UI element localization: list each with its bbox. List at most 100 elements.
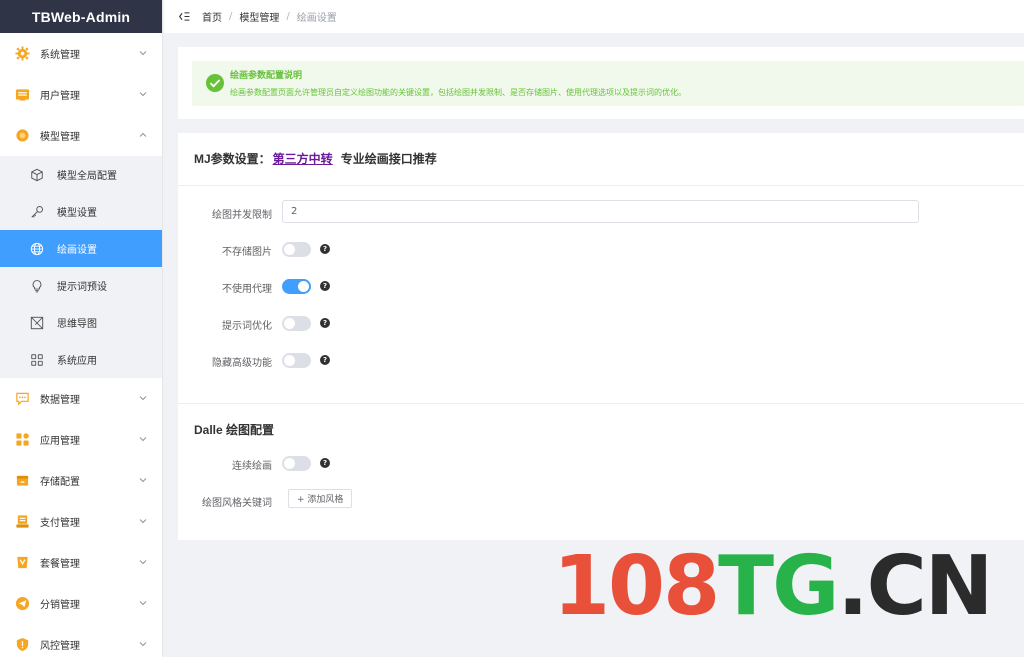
globe-icon [29, 241, 45, 257]
third-party-relay-link[interactable]: 第三方中转 [273, 150, 333, 167]
continuous-label: 连续绘画 [232, 461, 272, 472]
continuous-switch[interactable] [282, 456, 311, 471]
chat-data-icon [14, 391, 30, 407]
topbar: 首页 / 模型管理 / 绘画设置 [164, 0, 1024, 33]
form-row-no-proxy: 不使用代理 ? [178, 274, 1024, 298]
section-divider [178, 403, 1024, 404]
sidebar-item-label: 绘画设置 [57, 245, 97, 256]
sidebar-item-data[interactable]: 数据管理 [0, 378, 162, 419]
chevron-down-icon [139, 519, 147, 524]
sidebar-item-mindmap[interactable]: 思维导图 [0, 304, 162, 341]
watermark-part-1: 108 [553, 539, 720, 634]
sidebar-item-storage[interactable]: 存储配置 [0, 460, 162, 501]
breadcrumb-model-management[interactable]: 模型管理 [239, 9, 279, 24]
menu-fold-icon[interactable] [176, 9, 192, 25]
brand-title: TBWeb-Admin [0, 0, 162, 33]
style-keywords-label: 绘图风格关键词 [202, 498, 272, 509]
no-store-label: 不存储图片 [222, 247, 272, 258]
sidebar-item-label: 应用管理 [40, 436, 80, 447]
sidebar-item-system[interactable]: 系统管理 [0, 33, 162, 74]
sidebar-item-label: 套餐管理 [40, 559, 80, 570]
form-row-no-store: 不存储图片 ? [178, 237, 1024, 261]
sidebar-item-model-settings[interactable]: 模型设置 [0, 193, 162, 230]
chevron-down-icon [139, 51, 147, 56]
help-icon[interactable]: ? [320, 458, 330, 468]
chevron-down-icon [139, 437, 147, 442]
prompt-opt-switch[interactable] [282, 316, 311, 331]
sidebar-item-label: 模型管理 [40, 132, 80, 143]
shield-icon [14, 637, 30, 653]
app-blocks-icon [14, 432, 30, 448]
help-icon[interactable]: ? [320, 281, 330, 291]
settings-card: MJ参数设置： 第三方中转 专业绘画接口推荐 绘图并发限制 2 不存储图片 ? … [178, 133, 1024, 540]
breadcrumb: 首页 / 模型管理 / 绘画设置 [202, 9, 337, 24]
form-row-hide-advanced: 隐藏高级功能 ? [178, 348, 1024, 372]
payment-icon [14, 514, 30, 530]
sidebar-item-drawing-settings[interactable]: 绘画设置 [0, 230, 162, 267]
app-root: TBWeb-Admin 系统管理 用户管理 模型管理 模型全局配置 模型设置 绘… [0, 0, 1024, 657]
notice-alert: 绘画参数配置说明 绘画参数配置页面允许管理员自定义绘图功能的关键设置，包括绘图并… [192, 61, 1024, 106]
package-icon [14, 555, 30, 571]
mj-section-title: MJ参数设置： 第三方中转 专业绘画接口推荐 [194, 150, 437, 167]
sidebar-item-prompt-presets[interactable]: 提示词预设 [0, 267, 162, 304]
concurrency-label: 绘图并发限制 [212, 210, 272, 221]
sidebar-item-label: 系统管理 [40, 50, 80, 61]
breadcrumb-home[interactable]: 首页 [202, 9, 222, 24]
help-icon[interactable]: ? [320, 244, 330, 254]
chevron-down-icon [139, 642, 147, 647]
sidebar-item-label: 模型设置 [57, 208, 97, 219]
form-row-style-keywords: 绘图风格关键词 + 添加风格 [178, 488, 1024, 512]
form-row-continuous: 连续绘画 ? [178, 451, 1024, 475]
form-row-concurrency: 绘图并发限制 2 [178, 200, 1024, 224]
sidebar-item-label: 思维导图 [57, 319, 97, 330]
sidebar-item-label: 提示词预设 [57, 282, 107, 293]
notice-title: 绘画参数配置说明 [230, 71, 303, 81]
send-icon [14, 596, 30, 612]
chevron-down-icon [139, 396, 147, 401]
sidebar-item-label: 用户管理 [40, 91, 80, 102]
sidebar-item-model-global[interactable]: 模型全局配置 [0, 156, 162, 193]
no-store-switch[interactable] [282, 242, 311, 257]
prompt-opt-label: 提示词优化 [222, 321, 272, 332]
sidebar-item-label: 分销管理 [40, 600, 80, 611]
apps-grid-icon [29, 352, 45, 368]
mj-title-suffix: 专业绘画接口推荐 [340, 152, 437, 166]
sidebar-item-risk[interactable]: 风控管理 [0, 624, 162, 657]
concurrency-input[interactable]: 2 [282, 200, 919, 223]
sidebar-item-label: 数据管理 [40, 395, 80, 406]
sidebar-item-users[interactable]: 用户管理 [0, 74, 162, 115]
sidebar: TBWeb-Admin 系统管理 用户管理 模型管理 模型全局配置 模型设置 绘… [0, 0, 163, 657]
dalle-section-title: Dalle 绘图配置 [194, 423, 275, 437]
no-proxy-switch[interactable] [282, 279, 311, 294]
chevron-down-icon [139, 478, 147, 483]
breadcrumb-separator: / [229, 11, 233, 22]
chevron-down-icon [139, 92, 147, 97]
cube-icon [29, 167, 45, 183]
hide-advanced-switch[interactable] [282, 353, 311, 368]
model-circle-icon [14, 128, 30, 144]
sidebar-item-label: 存储配置 [40, 477, 80, 488]
help-icon[interactable]: ? [320, 318, 330, 328]
help-icon[interactable]: ? [320, 355, 330, 365]
gear-icon [14, 46, 30, 62]
watermark-part-3: .CN [837, 539, 993, 634]
id-card-icon [14, 87, 30, 103]
sidebar-item-label: 支付管理 [40, 518, 80, 529]
sidebar-item-distribution[interactable]: 分销管理 [0, 583, 162, 624]
sidebar-item-apps[interactable]: 应用管理 [0, 419, 162, 460]
sidebar-item-system-apps[interactable]: 系统应用 [0, 341, 162, 378]
sidebar-item-packages[interactable]: 套餐管理 [0, 542, 162, 583]
no-proxy-label: 不使用代理 [222, 284, 272, 295]
add-style-button[interactable]: + 添加风格 [288, 489, 353, 508]
sidebar-item-models[interactable]: 模型管理 [0, 115, 162, 156]
chevron-down-icon [139, 601, 147, 606]
watermark-logo: 108TG.CN [553, 546, 993, 628]
key-icon [29, 204, 45, 220]
chevron-up-icon [139, 132, 147, 137]
sidebar-item-payment[interactable]: 支付管理 [0, 501, 162, 542]
sidebar-item-label: 系统应用 [57, 356, 97, 367]
success-check-icon [205, 73, 225, 93]
watermark-part-2: TG [718, 539, 839, 634]
storage-icon [14, 473, 30, 489]
notice-panel: 绘画参数配置说明 绘画参数配置页面允许管理员自定义绘图功能的关键设置，包括绘图并… [178, 47, 1024, 119]
